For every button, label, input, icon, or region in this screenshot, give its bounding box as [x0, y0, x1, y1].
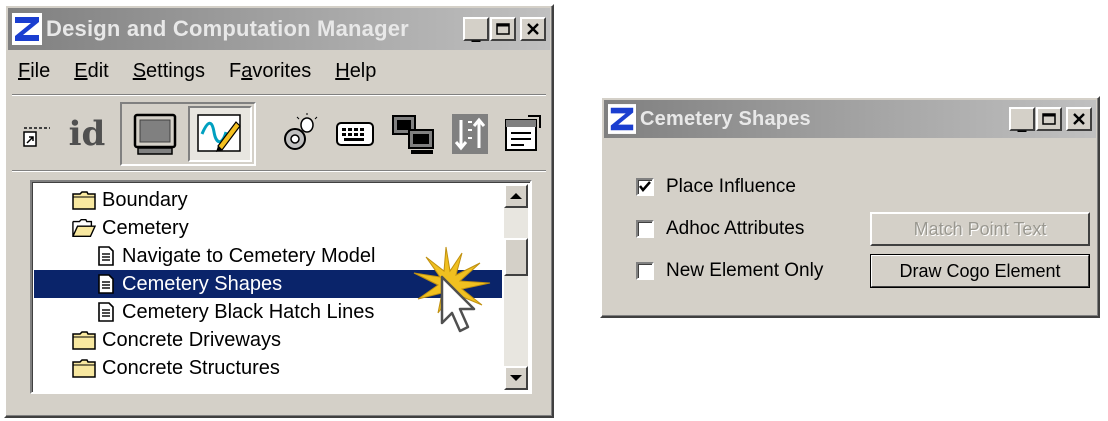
properties-button[interactable]: [500, 102, 544, 166]
tree-item-label: Cemetery Shapes: [122, 272, 283, 295]
checkbox-box[interactable]: [636, 262, 654, 280]
folder-closed-icon: [72, 359, 96, 378]
design-computation-manager-window: Design and Computation Manager _ File Ed…: [4, 4, 554, 418]
folder-closed-icon: [72, 331, 96, 350]
dialog-maximize-button[interactable]: [1036, 107, 1062, 131]
main-window-title: Design and Computation Manager: [46, 16, 409, 41]
maximize-icon: [1042, 113, 1056, 125]
dock-icon: [23, 127, 50, 147]
toolbar-separator: [12, 170, 546, 172]
tree-item-label: Concrete Structures: [102, 356, 280, 379]
match-point-text-button[interactable]: Match Point Text: [870, 212, 1090, 246]
monitor-icon: [133, 113, 177, 155]
app-logo-icon: [608, 104, 636, 134]
minimize-icon: _: [1017, 112, 1027, 133]
vertical-scrollbar[interactable]: [504, 184, 528, 390]
dialog-title-bar[interactable]: Cemetery Shapes _: [604, 100, 1096, 138]
scroll-thumb[interactable]: [504, 238, 528, 276]
document-icon: [98, 274, 114, 294]
close-icon: [527, 23, 539, 35]
close-button[interactable]: [520, 17, 546, 41]
sort-button[interactable]: [448, 102, 492, 166]
properties-icon: [505, 115, 541, 151]
toolbar: id: [12, 102, 546, 166]
place-influence-checkbox[interactable]: Place Influence: [636, 176, 796, 198]
scroll-up-button[interactable]: [504, 184, 528, 208]
folder-open-icon: [72, 219, 96, 237]
folder-closed-icon: [72, 191, 96, 210]
tree-item-concrete-structures[interactable]: Concrete Structures: [72, 354, 502, 382]
draw-cogo-element-button[interactable]: Draw Cogo Element: [870, 254, 1090, 288]
new-element-only-checkbox[interactable]: New Element Only: [636, 260, 823, 282]
dock-button[interactable]: [18, 102, 56, 166]
scroll-down-button[interactable]: [504, 366, 528, 390]
tree-item-label: Boundary: [102, 188, 188, 211]
document-icon: [98, 302, 114, 322]
menu-settings[interactable]: Settings: [131, 58, 207, 85]
design-pen-icon: [197, 114, 241, 152]
dialog-minimize-button[interactable]: _: [1009, 107, 1035, 133]
main-title-bar[interactable]: Design and Computation Manager _: [8, 8, 550, 50]
computers-button[interactable]: [386, 102, 442, 166]
monitor-button[interactable]: [124, 102, 186, 166]
checkmark-icon: [639, 181, 651, 192]
id-button[interactable]: id: [60, 102, 114, 166]
document-icon: [98, 246, 114, 266]
design-pen-button[interactable]: [188, 106, 252, 162]
arrow-up-icon: [510, 193, 522, 199]
tree-item-boundary[interactable]: Boundary: [72, 186, 502, 214]
tree-item-label: Cemetery: [102, 216, 189, 239]
close-icon: [1073, 113, 1085, 125]
menu-bar: File Edit Settings Favorites Help: [16, 58, 378, 85]
minimize-icon: _: [471, 22, 481, 43]
checkbox-box[interactable]: [636, 178, 654, 196]
keyboard-button[interactable]: [330, 102, 380, 166]
tree-item-label: Cemetery Black Hatch Lines: [122, 300, 375, 323]
app-logo-icon: [12, 13, 42, 45]
menu-favorites[interactable]: Favorites: [227, 58, 313, 85]
checkbox-label: Place Influence: [666, 176, 796, 197]
menu-edit[interactable]: Edit: [72, 58, 110, 85]
cemetery-shapes-dialog: Cemetery Shapes _ Place Influence Adhoc …: [600, 96, 1100, 318]
id-icon: id: [68, 114, 106, 154]
lightbulb-tool-icon: [284, 113, 318, 150]
checkbox-label: Adhoc Attributes: [666, 218, 805, 239]
checkbox-label: New Element Only: [666, 260, 824, 281]
tree-item-cemetery[interactable]: Cemetery: [72, 214, 502, 242]
menu-separator: [12, 94, 546, 96]
maximize-button[interactable]: [490, 17, 516, 41]
checkbox-box[interactable]: [636, 220, 654, 238]
menu-help[interactable]: Help: [333, 58, 378, 85]
maximize-icon: [496, 23, 510, 35]
mouse-cursor-icon: [413, 246, 491, 333]
computers-icon: [392, 115, 434, 154]
sort-icon: [452, 114, 488, 154]
lightbulb-tool-button[interactable]: [274, 102, 324, 166]
tree-item-label: Navigate to Cemetery Model: [122, 244, 376, 267]
tree-item-label: Concrete Driveways: [102, 328, 281, 351]
arrow-down-icon: [510, 375, 522, 381]
adhoc-attributes-checkbox[interactable]: Adhoc Attributes: [636, 218, 804, 240]
minimize-button[interactable]: _: [463, 17, 489, 43]
dialog-close-button[interactable]: [1066, 107, 1092, 131]
menu-file[interactable]: File: [16, 58, 52, 85]
keyboard-icon: [336, 122, 374, 146]
dialog-title: Cemetery Shapes: [640, 107, 811, 130]
